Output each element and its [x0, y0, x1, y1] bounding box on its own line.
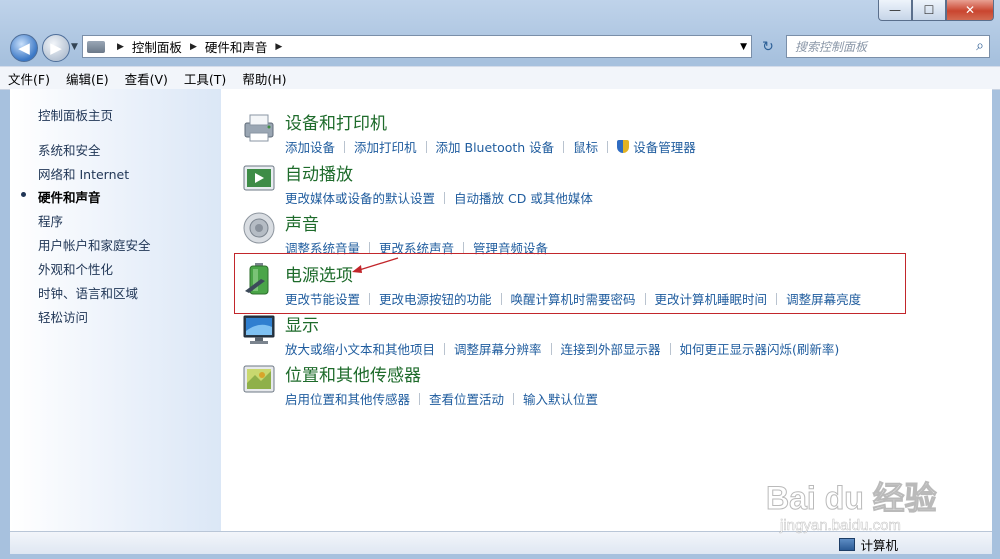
- link-default-location[interactable]: 输入默认位置: [523, 389, 598, 408]
- breadcrumb-separator[interactable]: ▶: [190, 42, 197, 52]
- link-divider: [513, 392, 515, 405]
- link-device-manager[interactable]: 设备管理器: [633, 137, 696, 156]
- sidebar-item-programs[interactable]: 程序: [38, 211, 63, 230]
- link-enable-location[interactable]: 启用位置和其他传感器: [285, 389, 410, 408]
- printer-icon[interactable]: [241, 109, 277, 145]
- category-devices-printers: 设备和打印机 添加设备 添加打印机 添加 Bluetooth 设备 鼠标 设备管…: [285, 109, 696, 156]
- sidebar-item-ease-of-access[interactable]: 轻松访问: [38, 307, 88, 326]
- search-input[interactable]: 搜索控制面板 ⌕: [786, 35, 990, 58]
- sidebar-item-home[interactable]: 控制面板主页: [38, 105, 113, 124]
- link-add-device[interactable]: 添加设备: [285, 137, 335, 156]
- link-divider: [444, 191, 446, 204]
- sidebar-item-appearance[interactable]: 外观和个性化: [38, 259, 113, 278]
- menu-help[interactable]: 帮助(H): [234, 69, 294, 88]
- category-autoplay: 自动播放 更改媒体或设备的默认设置 自动播放 CD 或其他媒体: [285, 160, 593, 207]
- link-divider: [463, 241, 465, 254]
- location-sensor-icon[interactable]: [241, 361, 277, 397]
- link-mouse[interactable]: 鼠标: [573, 137, 598, 156]
- link-zoom-text[interactable]: 放大或缩小文本和其他项目: [285, 339, 435, 358]
- search-placeholder: 搜索控制面板: [795, 40, 868, 54]
- category-title-devices-printers[interactable]: 设备和打印机: [285, 109, 696, 134]
- link-add-printer[interactable]: 添加打印机: [354, 137, 417, 156]
- link-divider: [444, 342, 446, 355]
- category-links: 放大或缩小文本和其他项目 调整屏幕分辨率 连接到外部显示器 如何更正显示器闪烁(…: [285, 339, 839, 358]
- sidebar-item-user-accounts[interactable]: 用户帐户和家庭安全: [38, 235, 151, 254]
- annotation-highlight-box: [234, 253, 906, 314]
- menu-bar: 文件(F) 编辑(E) 查看(V) 工具(T) 帮助(H): [0, 66, 1000, 90]
- link-external-display[interactable]: 连接到外部显示器: [561, 339, 661, 358]
- sidebar-item-system-security[interactable]: 系统和安全: [38, 140, 101, 159]
- sidebar-item-hardware-sound[interactable]: 硬件和声音: [38, 187, 101, 206]
- annotation-arrow-icon: [352, 257, 399, 273]
- sidebar-item-clock-language[interactable]: 时钟、语言和区域: [38, 283, 138, 302]
- menu-edit[interactable]: 编辑(E): [58, 69, 117, 88]
- close-button[interactable]: ✕: [946, 0, 994, 21]
- link-divider: [425, 140, 427, 153]
- minimize-button[interactable]: —: [878, 0, 912, 21]
- autoplay-icon[interactable]: [241, 160, 277, 196]
- category-title-display[interactable]: 显示: [285, 311, 839, 336]
- menu-view[interactable]: 查看(V): [117, 69, 176, 88]
- link-change-media-defaults[interactable]: 更改媒体或设备的默认设置: [285, 188, 435, 207]
- address-dropdown-icon[interactable]: ▼: [740, 42, 747, 52]
- link-divider: [369, 241, 371, 254]
- category-sound: 声音 调整系统音量 更改系统声音 管理音频设备: [285, 210, 548, 257]
- forward-button[interactable]: ▶: [42, 34, 70, 62]
- link-divider: [563, 140, 565, 153]
- watermark-text: Bai du 经验: [766, 480, 938, 517]
- address-bar[interactable]: ▶ 控制面板 ▶ 硬件和声音 ▶ ▼: [82, 35, 752, 58]
- menu-tools[interactable]: 工具(T): [176, 69, 234, 88]
- link-divider: [344, 140, 346, 153]
- baidu-watermark: Bai du 经验 jingyan.baidu.com: [760, 453, 996, 551]
- back-button[interactable]: ◀: [10, 34, 38, 62]
- category-title-sound[interactable]: 声音: [285, 210, 548, 235]
- refresh-icon[interactable]: ↻: [757, 37, 779, 57]
- category-links: 启用位置和其他传感器 查看位置活动 输入默认位置: [285, 389, 598, 408]
- breadcrumb-control-panel[interactable]: 控制面板: [132, 37, 182, 56]
- category-title-location-sensors[interactable]: 位置和其他传感器: [285, 361, 598, 386]
- category-display: 显示 放大或缩小文本和其他项目 调整屏幕分辨率 连接到外部显示器 如何更正显示器…: [285, 311, 839, 358]
- link-add-bluetooth-device[interactable]: 添加 Bluetooth 设备: [436, 137, 555, 156]
- uac-shield-icon: [617, 140, 630, 153]
- caption-buttons: — ☐ ✕: [878, 0, 994, 21]
- maximize-button[interactable]: ☐: [912, 0, 946, 21]
- link-divider: [419, 392, 421, 405]
- link-screen-resolution[interactable]: 调整屏幕分辨率: [454, 339, 542, 358]
- sidebar-item-network[interactable]: 网络和 Internet: [38, 164, 129, 183]
- link-fix-flicker[interactable]: 如何更正显示器闪烁(刷新率): [680, 339, 840, 358]
- category-links: 更改媒体或设备的默认设置 自动播放 CD 或其他媒体: [285, 188, 593, 207]
- speaker-icon[interactable]: [241, 210, 277, 246]
- breadcrumb-separator[interactable]: ▶: [117, 42, 124, 52]
- control-panel-icon: [87, 40, 105, 53]
- title-bar: — ☐ ✕: [0, 0, 1000, 30]
- link-divider: [550, 342, 552, 355]
- link-divider: [607, 140, 609, 153]
- active-item-bullet: [21, 192, 26, 197]
- display-icon[interactable]: [241, 311, 277, 347]
- breadcrumb-separator[interactable]: ▶: [275, 42, 282, 52]
- breadcrumb-hardware-and-sound[interactable]: 硬件和声音: [205, 37, 268, 56]
- recent-pages-dropdown[interactable]: ▼: [71, 42, 78, 52]
- category-location-sensors: 位置和其他传感器 启用位置和其他传感器 查看位置活动 输入默认位置: [285, 361, 598, 408]
- link-autoplay-cd[interactable]: 自动播放 CD 或其他媒体: [454, 188, 593, 207]
- control-panel-window: — ☐ ✕ ◀ ▶ ▼ ▶ 控制面板 ▶ 硬件和声音 ▶ ▼ ↻ 搜索控制面板 …: [0, 0, 1000, 559]
- category-links: 添加设备 添加打印机 添加 Bluetooth 设备 鼠标 设备管理器: [285, 137, 696, 156]
- watermark-url: jingyan.baidu.com: [780, 517, 901, 535]
- category-title-autoplay[interactable]: 自动播放: [285, 160, 593, 185]
- search-icon[interactable]: ⌕: [976, 38, 984, 54]
- link-view-location-activity[interactable]: 查看位置活动: [429, 389, 504, 408]
- sidebar: 控制面板主页 系统和安全 网络和 Internet 硬件和声音 程序 用户帐户和…: [10, 89, 221, 531]
- menu-file[interactable]: 文件(F): [0, 69, 58, 88]
- link-divider: [669, 342, 671, 355]
